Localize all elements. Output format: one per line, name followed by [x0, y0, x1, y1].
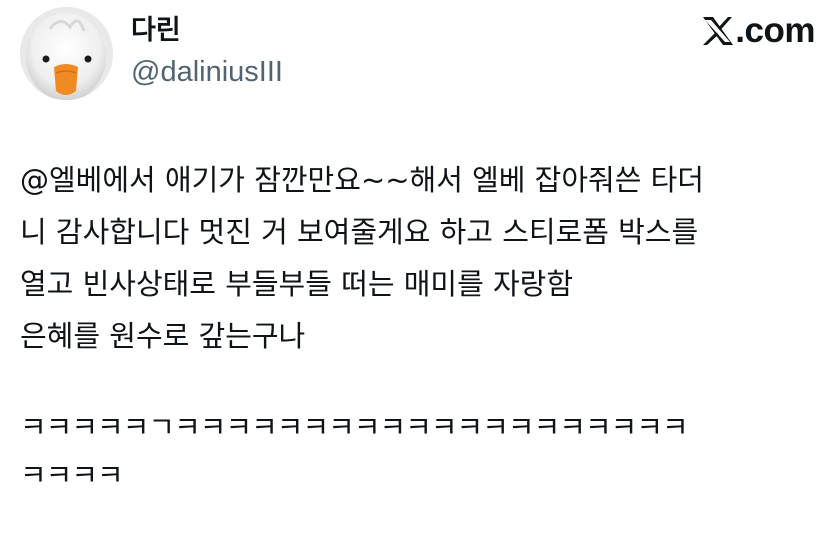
x-logo-icon: [703, 17, 734, 45]
tweet-card: 다린 @daliniusIII .com @엘베에서 애기가 잠깐만요~~해서 …: [0, 0, 835, 535]
tweet-header: 다린 @daliniusIII .com: [20, 7, 815, 107]
display-name[interactable]: 다린: [131, 13, 283, 49]
x-com-watermark: .com: [701, 11, 815, 51]
brand-label: .com: [735, 11, 815, 50]
tweet-laugh-text: ㅋㅋㅋㅋㅋㄱㅋㅋㅋㅋㅋㅋㅋㅋㅋㅋㅋㅋㅋㅋㅋㅋㅋㅋㅋㅋ ㅋㅋㅋㅋ: [20, 403, 820, 499]
duck-avatar-icon[interactable]: [20, 7, 113, 100]
laugh-line: ㅋㅋㅋㅋ: [20, 458, 124, 492]
author-info: 다린 @daliniusIII: [131, 13, 283, 90]
author-handle[interactable]: @daliniusIII: [131, 54, 283, 90]
body-line: 니 감사합니다 멋진 거 보여줄게요 하고 스티로폼 박스를: [20, 215, 699, 249]
tweet-body: @엘베에서 애기가 잠깐만요~~해서 엘베 잡아줘쓴 타더니 감사합니다 멋진 …: [20, 154, 815, 362]
body-line: @엘베에서 애기가 잠깐만요~~해서 엘베 잡아줘쓴 타더: [20, 163, 704, 197]
body-line: 열고 빈사상태로 부들부들 떠는 매미를 자랑함: [20, 267, 574, 301]
laugh-line: ㅋㅋㅋㅋㅋㄱㅋㅋㅋㅋㅋㅋㅋㅋㅋㅋㅋㅋㅋㅋㅋㅋㅋㅋㅋㅋ: [20, 410, 689, 444]
body-line: 은혜를 원수로 갚는구나: [20, 319, 306, 353]
